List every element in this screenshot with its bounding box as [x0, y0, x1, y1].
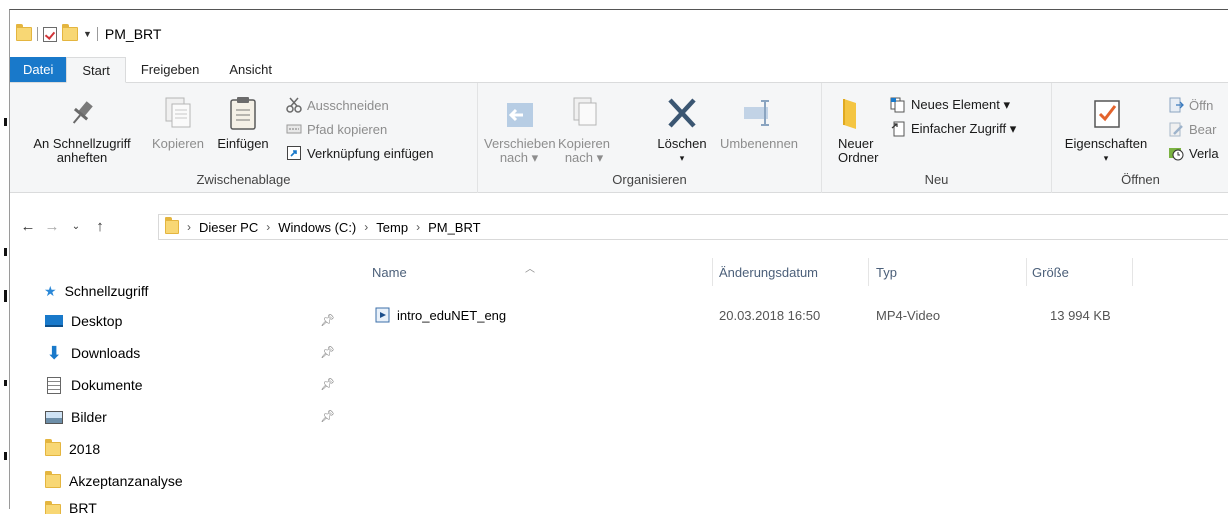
- group-neu: Neuer Ordner Neues Element ▾ Einfacher Z…: [822, 83, 1052, 193]
- edit-button[interactable]: Bear: [1168, 119, 1216, 139]
- ribbon-tabs: Datei Start Freigeben Ansicht: [10, 57, 1228, 83]
- group-label-oeffnen: Öffnen: [1121, 172, 1160, 187]
- window-title: PM_BRT: [104, 26, 162, 42]
- recent-locations-chevron-icon[interactable]: ⌄: [64, 221, 88, 232]
- rename-icon: [741, 95, 777, 131]
- new-folder-button[interactable]: Neuer Ordner: [826, 95, 882, 165]
- column-header-date[interactable]: Änderungsdatum: [719, 258, 869, 286]
- customize-toolbar-dropdown-icon[interactable]: ▼: [83, 29, 92, 39]
- group-zwischenablage: An Schnellzugriff anheften Kopieren Einf…: [10, 83, 478, 193]
- up-arrow-icon[interactable]: ↑: [88, 218, 112, 235]
- shortcut-icon: [286, 145, 302, 161]
- group-label-zwischenablage: Zwischenablage: [196, 172, 291, 187]
- address-bar-row: ← → ⌄ ↑ › Dieser PC › Windows (C:) › Tem…: [10, 210, 1228, 242]
- pictures-icon: [45, 410, 63, 424]
- path-icon: [286, 121, 302, 137]
- column-header-type[interactable]: Typ: [876, 258, 1026, 286]
- easy-access-button[interactable]: Einfacher Zugriff ▾: [890, 119, 1016, 139]
- delete-x-icon: [664, 95, 700, 131]
- tab-ansicht[interactable]: Ansicht: [214, 57, 287, 82]
- rename-button[interactable]: Umbenennen: [714, 95, 804, 151]
- copy-icon: [160, 95, 196, 131]
- cut-button[interactable]: Ausschneiden: [286, 95, 389, 115]
- folder-icon: [45, 439, 61, 456]
- properties-check-icon: [1088, 95, 1124, 131]
- pin-icon[interactable]: 📌︎: [320, 345, 335, 359]
- move-to-icon: [501, 95, 537, 131]
- nav-item-desktop[interactable]: Desktop: [45, 310, 122, 332]
- clipboard-icon: [225, 95, 261, 131]
- paste-shortcut-button[interactable]: Verknüpfung einfügen: [286, 143, 434, 163]
- file-type: MP4-Video: [876, 308, 941, 323]
- crumb-temp[interactable]: Temp: [376, 220, 408, 235]
- nav-item-downloads[interactable]: ⬇ Downloads: [45, 342, 140, 364]
- edit-icon: [1168, 121, 1184, 137]
- folder-icon: [45, 501, 61, 514]
- column-header-name[interactable]: Name: [372, 258, 712, 286]
- group-organisieren: Verschieben nach ▾ Kopieren nach ▾ Lösch…: [478, 83, 822, 193]
- column-header-size[interactable]: Größe: [1032, 258, 1132, 286]
- explorer-window: ▼ PM_BRT Datei Start Freigeben Ansicht A…: [9, 9, 1228, 514]
- crumb-dieser-pc[interactable]: Dieser PC: [199, 220, 258, 235]
- quick-access-toolbar: ▼: [16, 24, 98, 44]
- nav-item-schnellzugriff[interactable]: ★ Schnellzugriff: [44, 280, 148, 302]
- tab-start[interactable]: Start: [66, 57, 126, 83]
- folder-icon: [16, 24, 32, 41]
- pin-quick-access-button[interactable]: An Schnellzugriff anheften: [18, 95, 146, 165]
- folder-icon: [45, 471, 61, 488]
- copy-path-button[interactable]: Pfad kopieren: [286, 119, 387, 139]
- crumb-pm-brt[interactable]: PM_BRT: [428, 220, 481, 235]
- copy-to-button[interactable]: Kopieren nach ▾: [554, 95, 614, 165]
- tab-freigeben[interactable]: Freigeben: [126, 57, 215, 82]
- video-file-icon: [375, 307, 391, 326]
- background-window-edge: [0, 0, 9, 509]
- crumb-windows-c[interactable]: Windows (C:): [278, 220, 356, 235]
- properties-button[interactable]: Eigenschaften ▾: [1058, 95, 1154, 165]
- easy-access-icon: [890, 121, 906, 137]
- forward-arrow-icon[interactable]: →: [40, 218, 64, 235]
- new-folder-icon: [836, 95, 872, 131]
- star-icon: ★: [44, 282, 57, 299]
- breadcrumb[interactable]: › Dieser PC › Windows (C:) › Temp › PM_B…: [158, 214, 1228, 240]
- pin-icon[interactable]: 📌︎: [320, 313, 335, 327]
- tab-datei[interactable]: Datei: [10, 57, 67, 82]
- download-arrow-icon: ⬇: [46, 342, 62, 363]
- history-icon: [1168, 145, 1184, 161]
- paste-button[interactable]: Einfügen: [210, 95, 276, 151]
- group-oeffnen: Eigenschaften ▾ Öffn Bear Verla Öffnen: [1052, 83, 1228, 193]
- new-item-button[interactable]: Neues Element ▾: [890, 95, 1010, 115]
- nav-item-2018[interactable]: 2018: [45, 438, 100, 460]
- copy-to-icon: [566, 95, 602, 131]
- open-icon: [1168, 97, 1184, 113]
- new-folder-quick-icon[interactable]: [62, 24, 78, 41]
- nav-item-bilder[interactable]: Bilder: [45, 406, 107, 428]
- delete-button[interactable]: Löschen ▾: [650, 95, 714, 165]
- title-bar: ▼ PM_BRT: [10, 10, 1228, 58]
- ribbon: An Schnellzugriff anheften Kopieren Einf…: [10, 83, 1228, 193]
- nav-item-brt[interactable]: BRT: [45, 500, 97, 514]
- file-name: intro_eduNET_eng: [397, 308, 507, 323]
- move-to-button[interactable]: Verschieben nach ▾: [484, 95, 556, 165]
- file-row[interactable]: intro_eduNET_eng 20.03.2018 16:50 MP4-Vi…: [365, 304, 1225, 326]
- history-button[interactable]: Verla: [1168, 143, 1219, 163]
- group-label-neu: Neu: [924, 172, 949, 187]
- pin-icon[interactable]: 📌︎: [320, 377, 335, 391]
- nav-item-akzeptanzanalyse[interactable]: Akzeptanzanalyse: [45, 470, 183, 492]
- pin-icon: [64, 95, 100, 131]
- new-item-icon: [890, 97, 906, 113]
- file-size: 13 994 KB: [1050, 308, 1111, 323]
- file-date: 20.03.2018 16:50: [719, 308, 821, 323]
- nav-item-dokumente[interactable]: Dokumente: [45, 374, 143, 396]
- group-label-organisieren: Organisieren: [612, 172, 687, 187]
- navigation-pane: ★ Schnellzugriff Desktop 📌︎ ⬇ Downloads …: [10, 250, 350, 514]
- desktop-icon: [45, 315, 63, 327]
- pin-icon[interactable]: 📌︎: [320, 409, 335, 423]
- back-arrow-icon[interactable]: ←: [16, 218, 40, 235]
- open-button[interactable]: Öffn: [1168, 95, 1213, 115]
- folder-icon: [165, 217, 179, 234]
- copy-button[interactable]: Kopieren: [146, 95, 210, 151]
- document-icon: [47, 376, 61, 394]
- scissors-icon: [286, 97, 302, 113]
- properties-quick-icon[interactable]: [43, 26, 57, 42]
